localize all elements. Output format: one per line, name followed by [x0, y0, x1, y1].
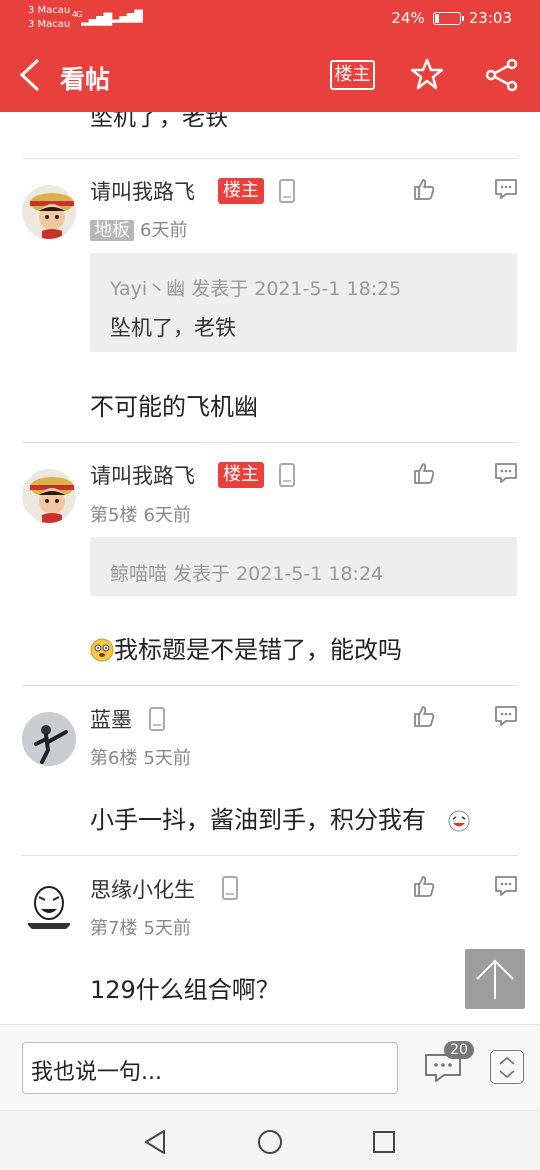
system-nav-bar	[0, 1110, 540, 1170]
post-text-content: 我标题是不是错了，能改吗	[114, 636, 402, 664]
status-right: 24% 23:03	[391, 9, 512, 27]
avatar-meme-icon	[22, 881, 76, 935]
divider	[22, 158, 518, 159]
post-time: 5天前	[143, 918, 191, 939]
floor-info: 第5楼 6天前	[90, 501, 191, 527]
nav-recent-icon[interactable]	[372, 1130, 396, 1154]
carrier-2: 3 Macau	[28, 19, 71, 30]
owner-only-button[interactable]: 楼主	[330, 60, 375, 90]
like-icon[interactable]	[412, 704, 436, 728]
share-icon[interactable]	[485, 58, 519, 92]
floor-info: 地板 6天前	[90, 216, 187, 242]
username[interactable]: 思缘小化生	[90, 874, 195, 904]
username[interactable]: 蓝墨	[90, 704, 132, 734]
phone-icon	[279, 463, 295, 487]
like-icon[interactable]	[412, 461, 436, 485]
avatar-luffy-icon	[22, 185, 76, 239]
network-type: 4G▂▄▆█	[72, 10, 112, 26]
app-bar: 看帖 楼主	[0, 38, 540, 112]
avatar[interactable]	[22, 469, 76, 523]
clock: 23:03	[468, 9, 512, 27]
quote-text: 坠机了，老铁	[110, 316, 236, 340]
floor-label: 地板	[90, 220, 134, 241]
phone-icon	[149, 707, 165, 731]
divider	[22, 685, 518, 686]
floor-info: 第7楼 5天前	[90, 914, 191, 940]
post-text: 我标题是不是错了，能改吗	[90, 630, 402, 665]
reply-bar: 我也说一句... 20	[0, 1024, 540, 1110]
comment-count-badge: 20	[444, 1041, 474, 1059]
comment-icon[interactable]	[494, 178, 518, 200]
username[interactable]: 请叫我路飞	[90, 176, 195, 206]
signal-icon: ▂▄▆█	[112, 10, 143, 23]
post-text-content: 小手一抖，酱油到手，积分我有	[90, 806, 426, 834]
post-list[interactable]: 坠机了，老铁 请叫我路飞 楼主 地板 6天前 Yayi丶幽 发表于 2021-5-…	[0, 112, 540, 1024]
avatar-luffy-icon	[22, 469, 76, 523]
avatar-kick-icon	[22, 712, 76, 766]
carrier-1: 3 Macau	[28, 5, 71, 16]
avatar[interactable]	[22, 712, 76, 766]
battery-icon	[432, 11, 464, 25]
battery-fill	[434, 13, 439, 23]
dizzy-face-icon	[90, 638, 114, 662]
post-time: 6天前	[143, 505, 191, 526]
battery-percent: 24%	[391, 9, 425, 27]
carrier-info: 3 Macau 3 Macau	[28, 4, 70, 32]
quote-meta: Yayi丶幽 发表于 2021-5-1 18:25	[110, 278, 402, 300]
floor-label: 第6楼	[90, 748, 138, 769]
quote-meta: 鲸喵喵 发表于 2021-5-1 18:24	[110, 563, 384, 585]
post-text: 小手一抖，酱油到手，积分我有	[90, 800, 470, 835]
like-icon[interactable]	[412, 177, 436, 201]
comment-icon[interactable]	[494, 462, 518, 484]
chevron-up-down-icon	[499, 1056, 515, 1079]
username[interactable]: 请叫我路飞	[90, 460, 195, 490]
nav-home-icon[interactable]	[256, 1128, 284, 1156]
post-time: 6天前	[140, 220, 188, 241]
phone-icon	[222, 876, 238, 900]
reply-placeholder: 我也说一句...	[31, 1060, 162, 1085]
laughing-face-icon	[448, 810, 470, 832]
page-scroll-toggle[interactable]	[490, 1050, 524, 1084]
floor-label: 第7楼	[90, 918, 138, 939]
arrow-up-icon	[476, 959, 514, 999]
divider	[22, 442, 518, 443]
quote-block[interactable]: Yayi丶幽 发表于 2021-5-1 18:25 坠机了，老铁	[90, 253, 517, 352]
nav-back-icon[interactable]	[142, 1129, 168, 1155]
post-text: 不可能的飞机幽	[90, 393, 258, 421]
back-icon[interactable]	[18, 58, 44, 92]
quote-block[interactable]: 鲸喵喵 发表于 2021-5-1 18:24	[90, 537, 517, 596]
comment-icon[interactable]	[494, 875, 518, 897]
avatar[interactable]	[22, 881, 76, 935]
owner-badge: 楼主	[218, 178, 264, 204]
scroll-to-top-button[interactable]	[465, 949, 525, 1009]
avatar[interactable]	[22, 185, 76, 239]
star-icon[interactable]	[410, 57, 444, 91]
previous-post-text: 坠机了，老铁	[90, 112, 228, 131]
reply-input[interactable]: 我也说一句...	[22, 1042, 398, 1094]
floor-info: 第6楼 5天前	[90, 744, 191, 770]
phone-icon	[279, 179, 295, 203]
post-time: 5天前	[143, 748, 191, 769]
status-bar: 3 Macau 3 Macau 4G▂▄▆█ ▂▄▆█ 24% 23:03	[0, 0, 540, 38]
comment-icon[interactable]	[494, 705, 518, 727]
page-title: 看帖	[60, 65, 111, 94]
floor-label: 第5楼	[90, 505, 138, 526]
owner-badge: 楼主	[218, 462, 264, 488]
like-icon[interactable]	[412, 874, 436, 898]
post-text: 129什么组合啊？	[90, 976, 280, 1004]
divider	[22, 855, 518, 856]
